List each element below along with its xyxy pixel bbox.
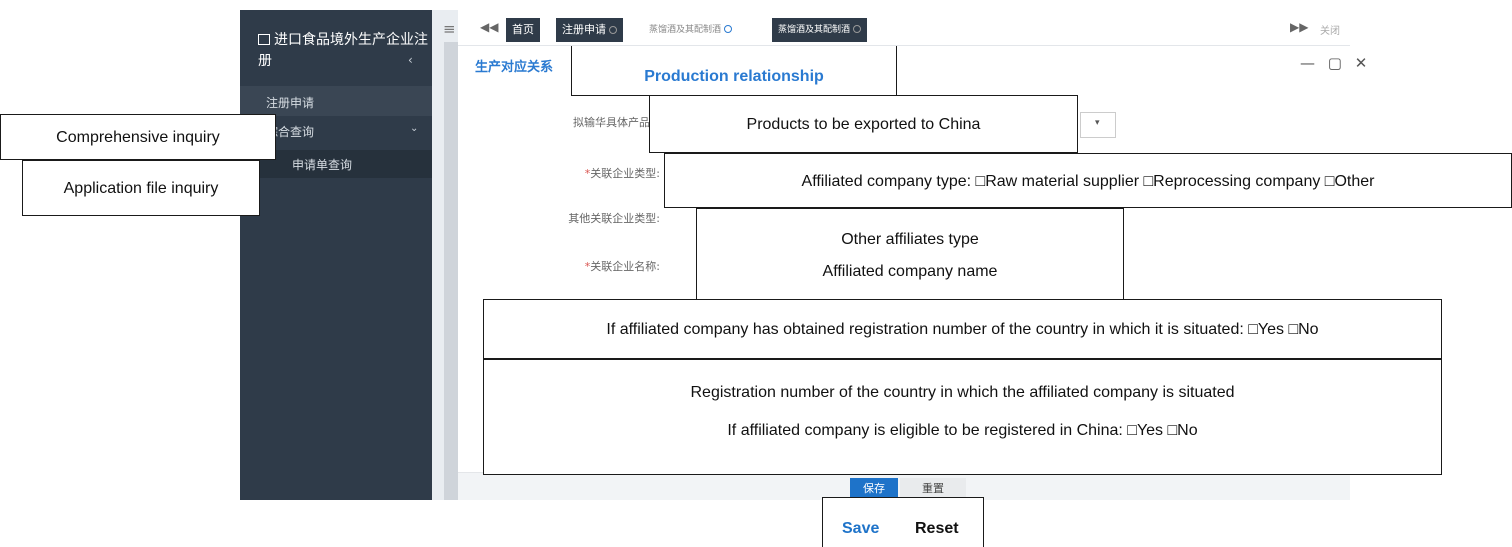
tab-spirits-1[interactable]: 蒸馏酒及其配制酒 [643, 18, 738, 42]
tab-spirits-2[interactable]: 蒸馏酒及其配制酒 [772, 18, 868, 42]
close-tabs-button[interactable]: 关闭 [1320, 22, 1350, 37]
app-logo-icon [258, 34, 270, 45]
label-products: 拟输华具体产品 [573, 116, 650, 129]
annotation-other-name: Other affiliates type Affiliated company… [696, 208, 1124, 300]
sidebar-item-register[interactable]: 注册申请 [240, 86, 432, 116]
annotation-production-relationship: Production relationship [571, 46, 897, 96]
app-title: 进口食品境外生产企业注册 [258, 32, 428, 69]
sidebar-item-label: 注册申请 [266, 96, 315, 110]
sidebar-item-label: 申请单查询 [292, 158, 353, 172]
annotation-comprehensive-inquiry: Comprehensive inquiry [0, 114, 276, 160]
close-icon[interactable] [853, 25, 862, 33]
window-controls[interactable]: — ▢ ✕ [1300, 54, 1371, 72]
tab-register[interactable]: 注册申请 [556, 18, 623, 42]
tabs-next-icon[interactable]: ▶▶ [1290, 20, 1308, 34]
sidebar [240, 10, 432, 500]
chevron-down-icon: ⌄ [410, 123, 419, 134]
close-icon[interactable] [609, 26, 617, 34]
gutter-shade [444, 42, 458, 500]
annotation-registration-number: Registration number of the country in wh… [483, 359, 1442, 475]
annotation-application-file-inquiry: Application file inquiry [22, 160, 260, 216]
label-other-type: 其他关联企业类型: [568, 212, 660, 225]
label-affiliate-name: *关联企业名称: [584, 260, 660, 273]
annotation-affiliate-type: Affiliated company type: □Raw material s… [664, 153, 1512, 208]
chevron-down-icon: ▾ [1095, 118, 1100, 128]
annotation-products: Products to be exported to China [649, 95, 1078, 153]
close-icon[interactable] [724, 25, 733, 33]
label-affiliate-type: *关联企业类型: [584, 167, 660, 180]
sidebar-collapse-icon[interactable]: ‹ [408, 53, 413, 67]
tabs-prev-icon[interactable]: ◀◀ [480, 20, 498, 34]
annotation-save-reset: Save Reset [822, 497, 984, 547]
products-select[interactable]: ▾ [1080, 112, 1116, 138]
tab-home[interactable]: 首页 [506, 18, 540, 42]
menu-icon[interactable]: ≡ [443, 20, 456, 38]
annotation-registration-obtained: If affiliated company has obtained regis… [483, 299, 1442, 359]
panel-title: 生产对应关系 [475, 60, 554, 75]
